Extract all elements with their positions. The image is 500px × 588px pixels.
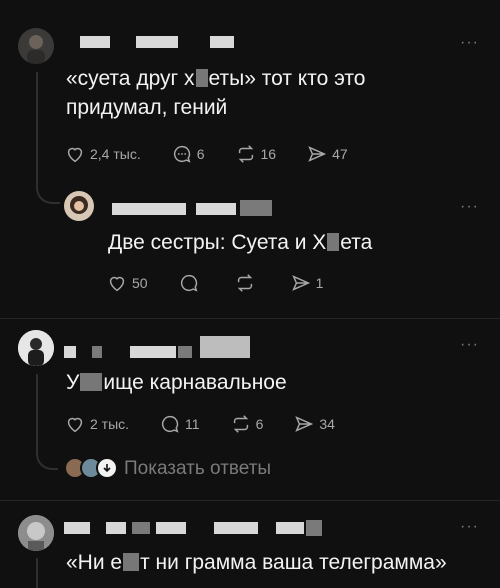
more-options-icon[interactable]: ··· [460, 336, 479, 354]
like-button[interactable]: 2,4 тыс. [64, 143, 141, 165]
username-blurred [214, 522, 258, 534]
post-actions: 2 тыс. 11 6 34 [64, 413, 365, 435]
post-actions: 50 1 [106, 272, 353, 294]
post-text-part: «Ни е [66, 551, 123, 574]
post-text: «суета друг х еты» тот кто это придумал, … [66, 64, 365, 122]
repost-icon [233, 415, 248, 433]
comment-button[interactable]: 6 [171, 143, 205, 165]
username-blurred [210, 36, 234, 48]
username-blurred [196, 203, 236, 215]
post-text-part: У [66, 371, 80, 394]
avatar[interactable] [18, 330, 54, 366]
show-replies-link[interactable]: Показать ответы [124, 458, 271, 480]
heart-icon [67, 417, 83, 433]
username-blurred [276, 522, 304, 534]
post-text-part: «суета друг х [66, 67, 195, 90]
username-blurred[interactable] [64, 522, 90, 534]
repost-button[interactable]: 6 [230, 413, 264, 435]
avatar[interactable] [18, 28, 54, 64]
avatar[interactable] [18, 515, 54, 551]
share-button[interactable]: 47 [306, 143, 348, 165]
repost-count: 16 [260, 146, 277, 162]
repost-button[interactable] [234, 272, 260, 294]
avatar[interactable] [64, 191, 94, 221]
thread-line [36, 72, 38, 182]
divider [0, 500, 500, 501]
share-count: 34 [319, 416, 335, 432]
username-blurred [130, 346, 176, 358]
share-button[interactable]: 34 [293, 413, 335, 435]
repost-icon [237, 274, 252, 292]
like-count: 2 тыс. [90, 416, 130, 432]
username-blurred[interactable] [112, 203, 186, 215]
send-icon [295, 416, 314, 432]
share-button[interactable]: 1 [290, 272, 324, 294]
username-blurred [200, 336, 250, 358]
send-icon [291, 275, 310, 291]
share-count: 1 [315, 275, 324, 291]
like-count: 2,4 тыс. [90, 146, 141, 162]
post-text-part: т ни грамма ваша телеграмма» [140, 551, 447, 574]
username-blurred [240, 200, 272, 216]
reply-avatars[interactable] [64, 457, 118, 479]
more-options-icon[interactable]: ··· [460, 198, 479, 216]
username-blurred [306, 520, 322, 536]
post-text: Две сестры: Суета и Х ета [108, 228, 372, 257]
like-button[interactable]: 50 [106, 272, 148, 294]
like-button[interactable]: 2 тыс. [64, 413, 129, 435]
divider [0, 318, 500, 319]
like-count: 50 [132, 275, 148, 291]
censor-mark [327, 233, 340, 251]
username-blurred[interactable] [80, 36, 110, 48]
username-blurred [92, 346, 102, 358]
more-options-icon[interactable]: ··· [460, 518, 479, 536]
send-icon [308, 146, 327, 162]
censor-mark [195, 69, 208, 87]
username-blurred [106, 522, 126, 534]
post-text-part: придумал, гений [66, 96, 228, 119]
username-blurred [156, 522, 186, 534]
repost-count: 6 [255, 416, 264, 432]
censor-mark [80, 373, 103, 391]
comment-icon [173, 145, 191, 163]
comment-button[interactable]: 11 [159, 413, 200, 435]
comment-icon [162, 415, 179, 433]
post-text-part: ище карнавальное [103, 371, 287, 394]
post-text-part: Две сестры: Суета и Х [108, 231, 327, 254]
post-text: Уище карнавальное [66, 368, 287, 397]
share-count: 47 [332, 146, 348, 162]
repost-icon [238, 145, 253, 163]
post-text: «Ни е т ни грамма ваша телеграмма» [66, 548, 447, 577]
thread-curve [36, 170, 60, 204]
post-text-part: ета [340, 231, 373, 254]
censor-mark [123, 553, 140, 571]
post-text-part: еты» тот кто это [208, 67, 366, 90]
username-blurred[interactable] [64, 346, 76, 358]
chevron-down-icon [96, 457, 118, 479]
username-blurred [132, 522, 150, 534]
username-blurred [136, 36, 178, 48]
comment-button[interactable] [178, 272, 204, 294]
heart-icon [109, 276, 125, 292]
heart-icon [67, 147, 83, 163]
comment-icon [180, 274, 198, 292]
repost-button[interactable]: 16 [235, 143, 277, 165]
more-options-icon[interactable]: ··· [460, 34, 479, 52]
comment-count: 11 [185, 416, 200, 432]
username-blurred [178, 346, 192, 358]
comment-count: 6 [196, 146, 205, 162]
post-actions: 2,4 тыс. 6 16 47 [64, 143, 378, 165]
thread-curve [36, 438, 58, 470]
